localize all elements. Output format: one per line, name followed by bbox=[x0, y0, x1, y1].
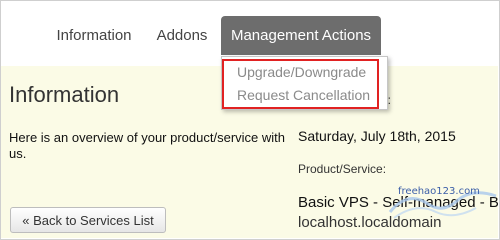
menu-item-upgrade-downgrade[interactable]: Upgrade/Downgrade bbox=[237, 64, 366, 80]
tab-information[interactable]: Information bbox=[48, 16, 140, 55]
menu-item-request-cancellation[interactable]: Request Cancellation bbox=[237, 87, 370, 103]
tab-addons[interactable]: Addons bbox=[148, 16, 216, 55]
overview-text: Here is an overview of your product/serv… bbox=[9, 130, 286, 161]
tab-management-actions[interactable]: Management Actions bbox=[221, 16, 381, 55]
hostname-value: localhost.localdomain bbox=[298, 214, 442, 231]
watermark-text: freehao123.com bbox=[398, 186, 480, 197]
registration-date-value: Saturday, July 18th, 2015 bbox=[298, 128, 456, 144]
page-title: Information bbox=[9, 82, 120, 107]
management-actions-menu: Upgrade/Downgrade Request Cancellation bbox=[221, 56, 388, 110]
back-to-services-button[interactable]: « Back to Services List bbox=[10, 207, 166, 233]
product-label: Product/Service: bbox=[298, 162, 387, 176]
